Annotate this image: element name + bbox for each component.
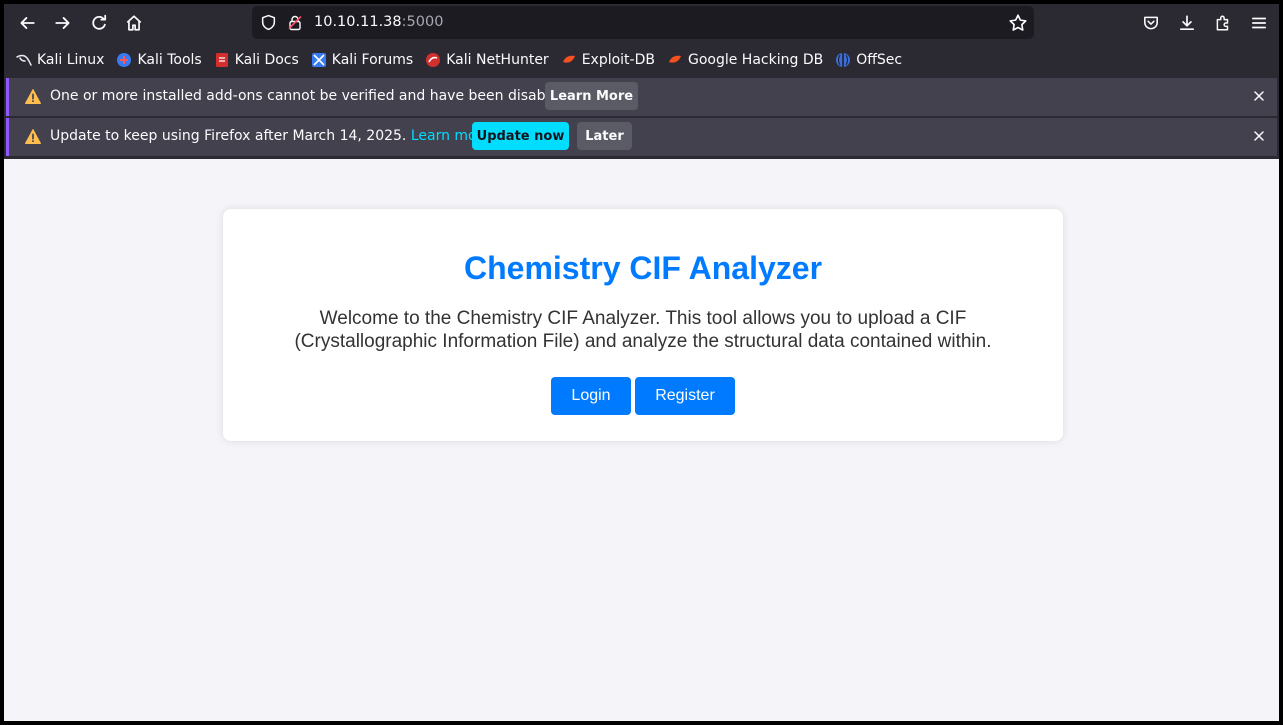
offsec-icon bbox=[836, 52, 851, 67]
url-bar[interactable]: 10.10.11.38:5000 bbox=[252, 6, 1034, 39]
extensions-icon bbox=[1216, 15, 1229, 31]
kali-docs-icon bbox=[215, 52, 228, 67]
exploit-db-icon bbox=[562, 55, 575, 63]
menu-button[interactable] bbox=[1244, 8, 1274, 38]
bookmark-kali-linux[interactable]: Kali Linux bbox=[14, 48, 110, 72]
kali-tools-icon bbox=[117, 52, 132, 67]
forward-icon bbox=[55, 17, 70, 29]
nav-toolbar: 10.10.11.38:5000 bbox=[4, 4, 1279, 42]
bookmark-exploit-db[interactable]: Exploit-DB bbox=[559, 48, 661, 72]
bookmark-offsec[interactable]: OffSec bbox=[833, 48, 908, 72]
pocket-icon bbox=[1144, 16, 1158, 30]
reload-button[interactable] bbox=[84, 8, 114, 38]
addons-notification-bar: One or more installed add-ons cannot be … bbox=[6, 78, 1277, 116]
extensions-button[interactable] bbox=[1208, 8, 1238, 38]
warning-icon bbox=[25, 129, 41, 144]
forward-button[interactable] bbox=[48, 8, 78, 38]
back-icon bbox=[20, 17, 35, 29]
bookmark-kali-forums[interactable]: Kali Forums bbox=[309, 48, 419, 72]
notification-message: Update to keep using Firefox after March… bbox=[50, 128, 491, 144]
home-button[interactable] bbox=[119, 8, 149, 38]
notification-message: One or more installed add-ons cannot be … bbox=[50, 88, 572, 104]
lock-icon[interactable] bbox=[287, 14, 303, 31]
later-button[interactable]: Later bbox=[577, 122, 632, 150]
welcome-card: Chemistry CIF Analyzer Welcome to the Ch… bbox=[223, 209, 1063, 441]
update-notification-bar: Update to keep using Firefox after March… bbox=[6, 118, 1277, 156]
reload-icon bbox=[92, 14, 107, 30]
close-icon[interactable] bbox=[1253, 130, 1265, 142]
kali-forums-icon bbox=[311, 52, 326, 67]
pocket-button[interactable] bbox=[1136, 8, 1166, 38]
bookmark-kali-nethunter[interactable]: Kali NetHunter bbox=[423, 48, 554, 72]
kali-nethunter-icon bbox=[426, 52, 441, 67]
register-button[interactable]: Register bbox=[635, 377, 735, 415]
close-icon[interactable] bbox=[1253, 90, 1265, 102]
downloads-button[interactable] bbox=[1172, 8, 1202, 38]
bookmark-kali-tools[interactable]: Kali Tools bbox=[114, 48, 207, 72]
back-button[interactable] bbox=[12, 8, 42, 38]
bookmark-kali-docs[interactable]: Kali Docs bbox=[212, 48, 305, 72]
login-button[interactable]: Login bbox=[551, 377, 631, 415]
home-icon bbox=[126, 15, 142, 31]
kali-dragon-icon bbox=[16, 54, 32, 66]
star-icon[interactable] bbox=[1008, 13, 1028, 33]
bookmark-google-hacking-db[interactable]: Google Hacking DB bbox=[665, 48, 829, 72]
browser-window: 10.10.11.38:5000 Kali Linux Kali Tools K… bbox=[4, 4, 1279, 721]
download-icon bbox=[1179, 15, 1195, 31]
learn-more-button[interactable]: Learn More bbox=[545, 82, 638, 110]
google-hacking-db-icon bbox=[668, 55, 681, 63]
bookmarks-toolbar: Kali Linux Kali Tools Kali Docs Kali For… bbox=[4, 42, 1279, 77]
page-content: Chemistry CIF Analyzer Welcome to the Ch… bbox=[4, 159, 1279, 721]
menu-icon bbox=[1251, 17, 1267, 29]
url-text[interactable]: 10.10.11.38:5000 bbox=[314, 14, 443, 30]
shield-icon[interactable] bbox=[260, 14, 277, 31]
page-description: Welcome to the Chemistry CIF Analyzer. T… bbox=[294, 308, 992, 352]
warning-icon bbox=[25, 89, 41, 104]
page-title: Chemistry CIF Analyzer bbox=[463, 250, 823, 286]
update-now-button[interactable]: Update now bbox=[472, 122, 569, 150]
